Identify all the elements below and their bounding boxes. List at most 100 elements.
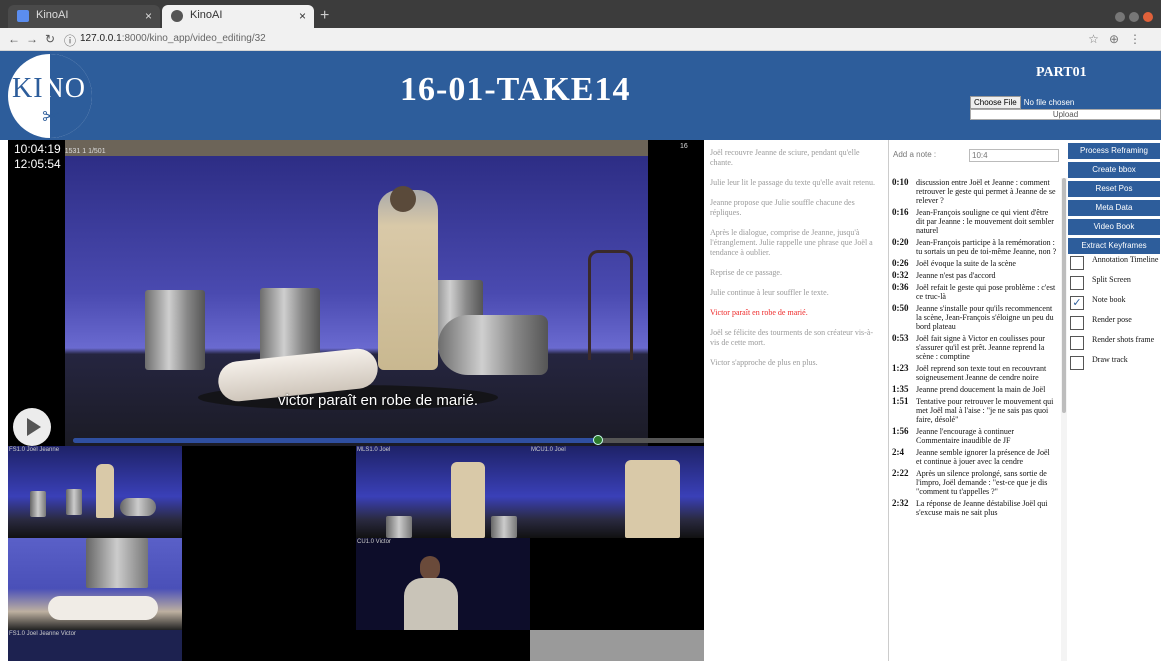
note-time[interactable]: 0:26 — [892, 259, 916, 268]
back-icon[interactable]: ← — [8, 32, 20, 46]
menu-icon[interactable]: ⋮ — [1129, 32, 1151, 46]
note-item[interactable]: 2:32 La réponse de Jeanne déstabilise Joë… — [892, 499, 1057, 518]
note-time[interactable]: 2:32 — [892, 499, 916, 517]
checkbox[interactable] — [1070, 356, 1084, 370]
option-note-book[interactable]: ✓ Note book — [1070, 294, 1161, 314]
info-icon[interactable]: ⓘ — [64, 32, 76, 49]
option-render-shots-frame[interactable]: Render shots frame — [1070, 334, 1161, 354]
note-item[interactable]: 1:35 Jeanne prend doucement la main de Jo… — [892, 385, 1057, 395]
note-time[interactable]: 1:23 — [892, 364, 916, 382]
script-line[interactable]: Après le dialogue, comprise de Jeanne, j… — [710, 228, 882, 258]
checkbox[interactable] — [1070, 256, 1084, 270]
extension-icon[interactable]: ⊕ — [1109, 32, 1129, 46]
shot-thumbnail[interactable]: CU1.0 Victor — [356, 538, 530, 630]
note-text: Tentative pour retrouver le mouvement qu… — [916, 397, 1054, 424]
close-tab-icon[interactable]: × — [145, 9, 152, 23]
note-time[interactable]: 0:10 — [892, 178, 916, 205]
option-annotation-timeline[interactable]: Annotation Timeline — [1070, 254, 1161, 274]
browser-tab-2[interactable]: KinoAI × — [162, 5, 314, 28]
close-tab-icon[interactable]: × — [299, 9, 306, 23]
checkbox[interactable] — [1070, 336, 1084, 350]
note-item[interactable]: 0:50 Jeanne s'installe pour qu'ils recomm… — [892, 304, 1057, 332]
new-tab-button[interactable]: + — [320, 7, 329, 25]
curtain-shape — [65, 140, 648, 156]
note-item[interactable]: 0:26 Joël évoque la suite de la scène — [892, 259, 1057, 269]
upload-button[interactable]: Upload — [970, 109, 1161, 120]
shot-thumbnail[interactable]: FS1.0 Joel Jeanne Victor — [8, 630, 182, 661]
scrollbar-thumb[interactable] — [1062, 178, 1066, 413]
script-line[interactable]: Julie leur lit le passage du texte qu'el… — [710, 178, 882, 188]
script-line[interactable]: Reprise de ce passage. — [710, 268, 882, 278]
shot-thumbnail[interactable]: FS1.0 Joel Jeanne — [8, 446, 182, 538]
forward-icon[interactable]: → — [26, 32, 38, 46]
reset-pos-button[interactable]: Reset Pos — [1068, 181, 1160, 197]
note-time[interactable]: 0:16 — [892, 208, 916, 235]
note-time[interactable]: 2:4 — [892, 448, 916, 466]
option-draw-track[interactable]: Draw track — [1070, 354, 1161, 374]
maximize-icon[interactable] — [1129, 12, 1139, 22]
note-time[interactable]: 0:53 — [892, 334, 916, 361]
note-item[interactable]: 0:32 Jeanne n'est pas d'accord — [892, 271, 1057, 281]
script-line[interactable]: Jeanne propose que Julie souffle chacune… — [710, 198, 882, 218]
note-item[interactable]: 1:23 Joël reprend son texte tout en recou… — [892, 364, 1057, 383]
script-line[interactable]: Julie continue à leur souffler le texte. — [710, 288, 882, 298]
process-reframing-button[interactable]: Process Reframing — [1068, 143, 1160, 159]
note-item[interactable]: 0:36 Joël refait le geste qui pose problè… — [892, 283, 1057, 302]
script-line[interactable]: Joël se félicite des tourments de son cr… — [710, 328, 882, 348]
notes-scrollbar[interactable] — [1061, 178, 1067, 661]
script-line[interactable]: Victor paraît en robe de marié. — [710, 308, 882, 318]
option-render-pose[interactable]: Render pose — [1070, 314, 1161, 334]
actor-shape — [625, 460, 680, 538]
url-field[interactable]: 127.0.0.1:8000/kino_app/video_editing/32 — [80, 33, 266, 44]
extract-keyframes-button[interactable]: Extract Keyframes — [1068, 238, 1160, 254]
checkbox[interactable]: ✓ — [1070, 296, 1084, 310]
note-time[interactable]: 0:50 — [892, 304, 916, 331]
checkbox[interactable] — [1070, 316, 1084, 330]
note-text: Jeanne l'encourage à continuer Commentai… — [916, 427, 1015, 445]
note-item[interactable]: 1:56 Jeanne l'encourage à continuer Comme… — [892, 427, 1057, 446]
trash-can-shape — [386, 516, 412, 538]
shot-thumbnail[interactable]: MLS1.0 Joel — [356, 446, 530, 538]
note-item[interactable]: 2:4 Jeanne semble ignorer la présence de … — [892, 448, 1057, 467]
checkbox[interactable] — [1070, 276, 1084, 290]
add-note-input[interactable]: 10:4 — [969, 149, 1059, 162]
script-line[interactable]: Joël recouvre Jeanne de sciure, pendant … — [710, 148, 882, 168]
shot-thumbnail[interactable]: MCU1.0 Joel — [530, 446, 704, 538]
create-bbox-button[interactable]: Create bbox — [1068, 162, 1160, 178]
note-item[interactable]: 2:22 Après un silence prolongé, sans sort… — [892, 469, 1057, 497]
note-time[interactable]: 1:56 — [892, 427, 916, 445]
progress-bar[interactable] — [73, 435, 704, 445]
note-text: discussion entre Joël et Jeanne : commen… — [916, 178, 1056, 205]
option-split-screen[interactable]: Split Screen — [1070, 274, 1161, 294]
note-time[interactable]: 0:36 — [892, 283, 916, 301]
browser-tab-1[interactable]: KinoAI × — [8, 5, 160, 28]
close-window-icon[interactable] — [1143, 12, 1153, 22]
note-item[interactable]: 1:51 Tentative pour retrouver le mouvemen… — [892, 397, 1057, 425]
shot-label: CU1.0 Victor — [357, 539, 391, 545]
note-item[interactable]: 0:16 Jean-François souligne ce qui vient … — [892, 208, 1057, 236]
note-time[interactable]: 0:20 — [892, 238, 916, 256]
minimize-icon[interactable] — [1115, 12, 1125, 22]
play-icon[interactable] — [13, 408, 51, 446]
video-book-button[interactable]: Video Book — [1068, 219, 1160, 235]
checkbox-label: Split Screen — [1092, 275, 1131, 284]
note-time[interactable]: 1:51 — [892, 397, 916, 424]
note-time[interactable]: 0:32 — [892, 271, 916, 280]
video-player[interactable]: 10:04:19 1531 1 1/501 12:05:54 16 victor … — [8, 140, 704, 446]
timecode-primary-value: 10:04:19 — [14, 142, 61, 156]
star-icon[interactable]: ☆ — [1088, 32, 1109, 46]
globe-icon — [171, 10, 183, 22]
shot-thumbnail-empty[interactable] — [530, 630, 704, 661]
shot-thumbnail-wide[interactable] — [8, 538, 182, 630]
note-item[interactable]: 0:20 Jean-François participe à la remémor… — [892, 238, 1057, 257]
note-text: Après un silence prolongé, sans sortie d… — [916, 469, 1048, 496]
note-item[interactable]: 0:10 discussion entre Joël et Jeanne : co… — [892, 178, 1057, 206]
progress-handle[interactable] — [592, 435, 603, 445]
note-time[interactable]: 1:35 — [892, 385, 916, 394]
note-time[interactable]: 2:22 — [892, 469, 916, 496]
note-item[interactable]: 0:53 Joël fait signe à Victor en coulisse… — [892, 334, 1057, 362]
choose-file-button[interactable]: Choose File — [970, 96, 1021, 109]
reload-icon[interactable]: ↻ — [45, 32, 55, 46]
meta-data-button[interactable]: Meta Data — [1068, 200, 1160, 216]
script-line[interactable]: Victor s'approche de plus en plus. — [710, 358, 882, 368]
